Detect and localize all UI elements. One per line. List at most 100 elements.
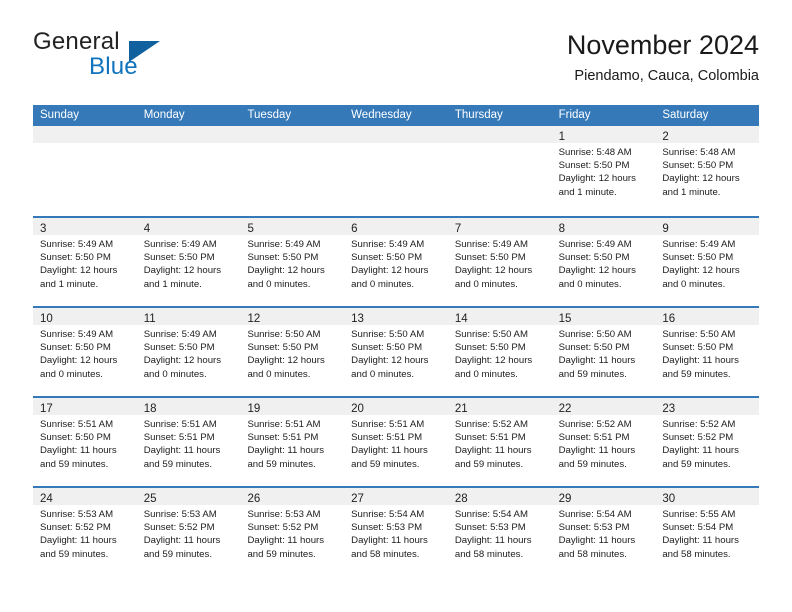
general-blue-logo[interactable]: General Blue: [33, 28, 263, 90]
sunrise-line: Sunrise: 5:52 AM: [454, 419, 528, 430]
day-cell-12[interactable]: 12 Sunrise: 5:50 AM Sunset: 5:50 PM Dayligh…: [240, 308, 345, 396]
daylight-line-1: Daylight: 11 hours: [454, 445, 532, 457]
daylight-line-2: and 59 minutes.: [662, 368, 731, 380]
sunset-line: Sunset: 5:51 PM: [351, 432, 423, 444]
day-number-band: 9: [655, 218, 760, 235]
day-number: 17: [40, 403, 53, 415]
day-number: 27: [351, 493, 364, 505]
day-number-band: 11: [136, 308, 241, 325]
day-details: Sunrise: 5:49 AM Sunset: 5:50 PM Daylight:…: [137, 325, 241, 381]
day-cell-4[interactable]: 4 Sunrise: 5:49 AM Sunset: 5:50 PM Daylight…: [136, 218, 241, 306]
daylight-line-1: Daylight: 12 hours: [247, 355, 325, 367]
daylight-line-1: Daylight: 12 hours: [558, 265, 636, 277]
day-cell-11[interactable]: 11 Sunrise: 5:49 AM Sunset: 5:50 PM Dayligh…: [136, 308, 241, 396]
day-cell-18[interactable]: 18 Sunrise: 5:51 AM Sunset: 5:51 PM Dayligh…: [136, 398, 241, 486]
daylight-line-2: and 59 minutes.: [143, 548, 212, 560]
day-cell-10[interactable]: 10 Sunrise: 5:49 AM Sunset: 5:50 PM Dayligh…: [33, 308, 137, 396]
day-details: Sunrise: 5:54 AM Sunset: 5:53 PM Daylight:…: [552, 505, 656, 561]
sunset-line: Sunset: 5:50 PM: [247, 252, 319, 264]
day-number: 20: [351, 403, 364, 415]
calendar-grid: Sunday Monday Tuesday Wednesday Thursday Frid…: [33, 105, 760, 576]
day-cell-15[interactable]: 15 Sunrise: 5:50 AM Sunset: 5:50 PM Dayligh…: [551, 308, 656, 396]
sunrise-line: Sunrise: 5:50 AM: [558, 329, 632, 340]
calendar-weeks: 1 Sunrise: 5:48 AM Sunset: 5:50 PM Daylight…: [33, 126, 760, 576]
sunset-line: Sunset: 5:50 PM: [40, 252, 111, 264]
day-cell-8[interactable]: 8 Sunrise: 5:49 AM Sunset: 5:50 PM Daylight…: [551, 218, 656, 306]
daylight-line-1: Daylight: 12 hours: [351, 265, 429, 277]
day-cell-9[interactable]: 9 Sunrise: 5:49 AM Sunset: 5:50 PM Daylight…: [655, 218, 760, 306]
day-cell-25[interactable]: 25 Sunrise: 5:53 AM Sunset: 5:52 PM Dayligh…: [136, 488, 241, 576]
day-details: Sunrise: 5:49 AM Sunset: 5:50 PM Daylight:…: [655, 235, 759, 291]
sunrise-line: Sunrise: 5:49 AM: [143, 239, 217, 250]
sunrise-line: Sunrise: 5:52 AM: [662, 419, 736, 430]
sunset-line: Sunset: 5:50 PM: [351, 342, 423, 354]
day-cell-22[interactable]: 22 Sunrise: 5:52 AM Sunset: 5:51 PM Dayligh…: [551, 398, 656, 486]
daylight-line-1: Daylight: 12 hours: [558, 173, 636, 185]
day-cell-19[interactable]: 19 Sunrise: 5:51 AM Sunset: 5:51 PM Dayligh…: [240, 398, 345, 486]
day-cell-7[interactable]: 7 Sunrise: 5:49 AM Sunset: 5:50 PM Daylight…: [447, 218, 552, 306]
daylight-line-2: and 59 minutes.: [247, 458, 316, 470]
day-number-band: 21: [447, 398, 552, 415]
sunrise-line: Sunrise: 5:54 AM: [558, 509, 632, 520]
day-number: 12: [247, 313, 261, 325]
day-cell-2[interactable]: 2 Sunrise: 5:48 AM Sunset: 5:50 PM Daylight…: [655, 126, 760, 214]
daylight-line-1: Daylight: 12 hours: [454, 265, 533, 277]
day-cell-20[interactable]: 20 Sunrise: 5:51 AM Sunset: 5:51 PM Dayligh…: [344, 398, 448, 486]
daylight-line-2: and 0 minutes.: [662, 278, 726, 290]
day-number: 4: [143, 223, 151, 235]
day-number-band: 5: [240, 218, 345, 235]
day-number-band: 27: [344, 488, 448, 505]
day-cell-17[interactable]: 17 Sunrise: 5:51 AM Sunset: 5:50 PM Dayligh…: [33, 398, 137, 486]
day-cell-6[interactable]: 6 Sunrise: 5:49 AM Sunset: 5:50 PM Daylight…: [344, 218, 448, 306]
day-cell-1[interactable]: 1 Sunrise: 5:48 AM Sunset: 5:50 PM Daylight…: [551, 126, 656, 214]
day-cell-26[interactable]: 26 Sunrise: 5:53 AM Sunset: 5:52 PM Dayligh…: [240, 488, 345, 576]
sunrise-line: Sunrise: 5:54 AM: [454, 509, 528, 520]
day-number: 1: [558, 131, 565, 143]
sunset-line: Sunset: 5:50 PM: [454, 252, 526, 264]
day-number-band: 29: [551, 488, 656, 505]
day-cell-28[interactable]: 28 Sunrise: 5:54 AM Sunset: 5:53 PM Dayligh…: [447, 488, 552, 576]
sunrise-line: Sunrise: 5:55 AM: [662, 509, 736, 520]
day-cell-empty: [240, 126, 345, 214]
day-number-band: 4: [136, 218, 241, 235]
sunrise-line: Sunrise: 5:50 AM: [247, 329, 321, 340]
day-number: 18: [143, 403, 157, 415]
sunrise-line: Sunrise: 5:52 AM: [558, 419, 632, 430]
day-number-band: 16: [655, 308, 760, 325]
day-cell-13[interactable]: 13 Sunrise: 5:50 AM Sunset: 5:50 PM Dayligh…: [344, 308, 448, 396]
sunset-line: Sunset: 5:51 PM: [558, 432, 630, 444]
day-cell-21[interactable]: 21 Sunrise: 5:52 AM Sunset: 5:51 PM Dayligh…: [447, 398, 552, 486]
day-cell-30[interactable]: 30 Sunrise: 5:55 AM Sunset: 5:54 PM Dayligh…: [655, 488, 760, 576]
page-title: November 2024: [566, 30, 759, 60]
day-details: Sunrise: 5:49 AM Sunset: 5:50 PM Daylight:…: [344, 235, 448, 291]
daylight-line-1: Daylight: 11 hours: [662, 355, 739, 367]
day-cell-3[interactable]: 3 Sunrise: 5:49 AM Sunset: 5:50 PM Daylight…: [33, 218, 137, 306]
sunrise-line: Sunrise: 5:51 AM: [351, 419, 425, 430]
daylight-line-2: and 1 minute.: [662, 186, 721, 198]
weekday-header-monday: Monday: [143, 109, 185, 121]
day-number-band: [136, 126, 241, 143]
daylight-line-1: Daylight: 12 hours: [662, 173, 740, 185]
sunset-line: Sunset: 5:53 PM: [558, 522, 630, 534]
daylight-line-2: and 0 minutes.: [351, 368, 415, 380]
day-number: 28: [454, 493, 468, 505]
daylight-line-2: and 0 minutes.: [247, 368, 311, 380]
day-cell-16[interactable]: 16 Sunrise: 5:50 AM Sunset: 5:50 PM Dayligh…: [655, 308, 760, 396]
sunset-line: Sunset: 5:51 PM: [454, 432, 526, 444]
day-number: 5: [247, 223, 254, 235]
daylight-line-1: Daylight: 11 hours: [40, 445, 117, 457]
sunset-line: Sunset: 5:50 PM: [662, 160, 734, 172]
day-number: 16: [662, 313, 676, 325]
day-cell-27[interactable]: 27 Sunrise: 5:54 AM Sunset: 5:53 PM Dayligh…: [344, 488, 448, 576]
sunset-line: Sunset: 5:51 PM: [143, 432, 215, 444]
day-cell-23[interactable]: 23 Sunrise: 5:52 AM Sunset: 5:52 PM Dayligh…: [655, 398, 760, 486]
day-number: 10: [40, 313, 53, 325]
sunset-line: Sunset: 5:50 PM: [558, 160, 630, 172]
day-cell-29[interactable]: 29 Sunrise: 5:54 AM Sunset: 5:53 PM Dayligh…: [551, 488, 656, 576]
day-cell-14[interactable]: 14 Sunrise: 5:50 AM Sunset: 5:50 PM Dayligh…: [447, 308, 552, 396]
sunset-line: Sunset: 5:52 PM: [247, 522, 319, 534]
day-cell-5[interactable]: 5 Sunrise: 5:49 AM Sunset: 5:50 PM Daylight…: [240, 218, 345, 306]
day-cell-24[interactable]: 24 Sunrise: 5:53 AM Sunset: 5:52 PM Dayligh…: [33, 488, 137, 576]
day-details: Sunrise: 5:49 AM Sunset: 5:50 PM Daylight:…: [137, 235, 241, 291]
daylight-line-2: and 0 minutes.: [40, 368, 103, 380]
